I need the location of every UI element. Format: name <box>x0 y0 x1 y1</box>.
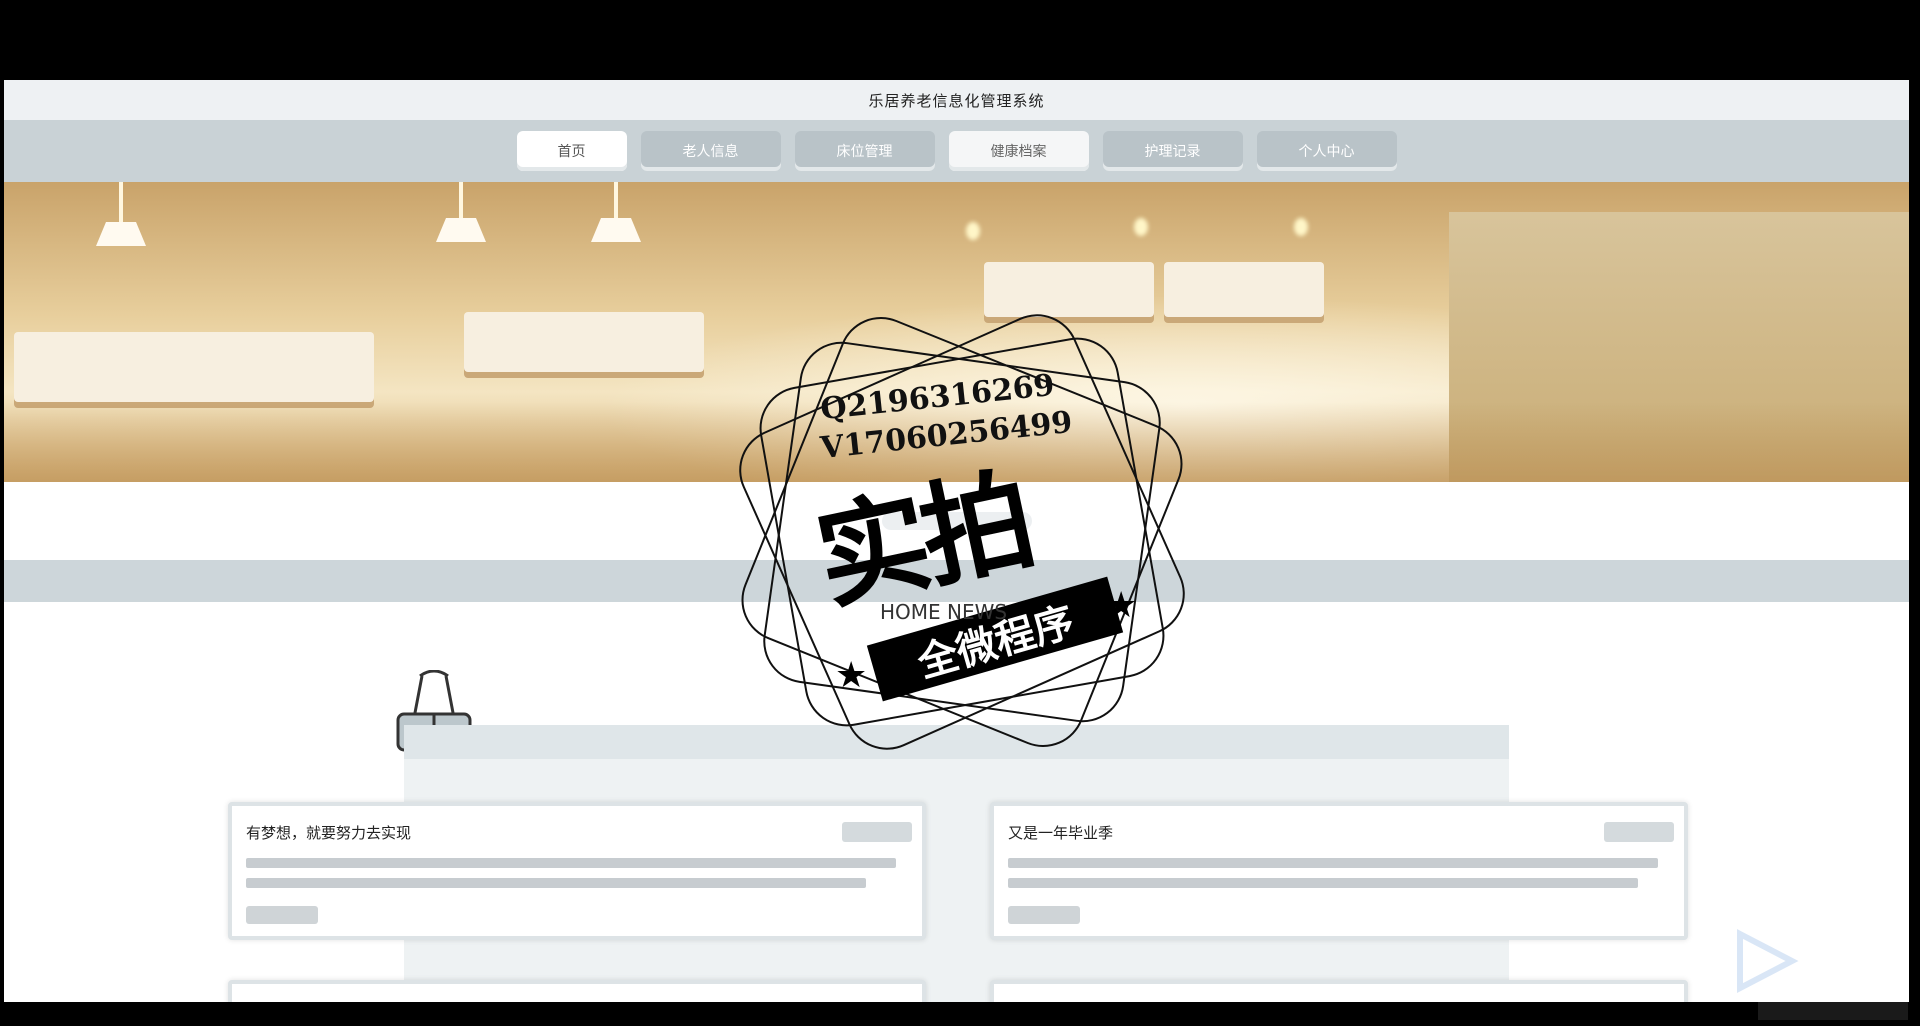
site-title-bar: 乐居养老信息化管理系统 <box>4 80 1909 120</box>
nav-item-home[interactable]: 首页 <box>516 131 627 171</box>
nav-label: 个人中心 <box>1298 144 1355 160</box>
news-card-excerpt-line <box>246 878 866 888</box>
news-card-date-badge <box>1604 822 1674 842</box>
banner-lamp <box>119 182 123 222</box>
nav-item-care[interactable]: 护理记录 <box>1102 131 1243 171</box>
banner-lamp <box>614 182 618 222</box>
video-player-logo-icon <box>1737 929 1799 993</box>
nav-item-elder-info[interactable]: 老人信息 <box>640 131 781 171</box>
news-card-excerpt-line <box>1008 858 1658 868</box>
news-card-title[interactable]: 有梦想，就要努力去实现 <box>246 822 411 843</box>
banner-light <box>1134 218 1148 236</box>
news-card-more-button[interactable] <box>1008 906 1080 924</box>
watermark-stamp: Q2196316269 V17060256499 实拍 全微程序 ★ ★ <box>720 300 1200 780</box>
nav-item-bed[interactable]: 床位管理 <box>794 131 935 171</box>
nav-label: 护理记录 <box>1144 144 1201 160</box>
banner-light <box>966 222 980 240</box>
news-card[interactable] <box>990 980 1688 1002</box>
news-card-more-button[interactable] <box>246 906 318 924</box>
section-title-en: HOME NEWS <box>880 600 1008 624</box>
news-card[interactable]: 有梦想，就要努力去实现 <box>228 802 926 940</box>
banner-bed <box>464 312 704 372</box>
star-icon: ★ <box>835 655 868 696</box>
news-card-excerpt-line <box>1008 878 1638 888</box>
banner-lamp <box>459 182 463 222</box>
banner-light <box>1294 218 1308 236</box>
nav-label: 健康档案 <box>990 144 1047 160</box>
nav-item-health[interactable]: 健康档案 <box>948 131 1089 171</box>
banner-lamp-shade <box>96 222 146 246</box>
nav-label: 床位管理 <box>836 144 893 160</box>
news-card-date-badge <box>842 822 912 842</box>
site-title: 乐居养老信息化管理系统 <box>868 91 1045 110</box>
star-icon: ★ <box>1105 585 1138 626</box>
nav-label: 首页 <box>557 144 586 160</box>
banner-bed <box>14 332 374 402</box>
system-tray <box>1758 1002 1908 1020</box>
banner-lamp-shade <box>436 218 486 242</box>
nav-label: 老人信息 <box>682 144 739 160</box>
news-card[interactable] <box>228 980 926 1002</box>
news-card-excerpt-line <box>246 858 896 868</box>
news-card[interactable]: 又是一年毕业季 <box>990 802 1688 940</box>
banner-lamp-shade <box>591 218 641 242</box>
news-card-title[interactable]: 又是一年毕业季 <box>1008 822 1113 843</box>
main-nav: 首页 老人信息 床位管理 健康档案 护理记录 个人中心 <box>4 120 1909 182</box>
nav-item-profile[interactable]: 个人中心 <box>1256 131 1397 171</box>
